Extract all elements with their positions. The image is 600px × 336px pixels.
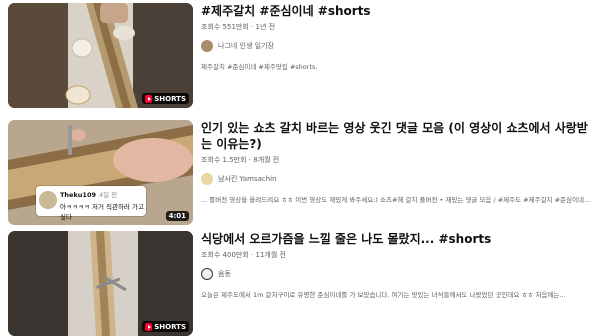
- video-thumbnail[interactable]: SHORTS: [8, 3, 193, 108]
- upload-age: 11개월 전: [255, 251, 286, 259]
- channel-link[interactable]: 나그네 인생 일기장: [201, 39, 591, 53]
- shorts-icon: [145, 94, 153, 103]
- comment-overlay: Theku109 4일 전 아ㅋㅋㅋㅋ 저거 직관하러 가고싶다: [36, 186, 146, 221]
- video-title[interactable]: #제주갈치 #준심이네 #shorts: [201, 3, 591, 19]
- view-count: 조회수 1.5만회: [201, 156, 247, 164]
- upload-age: 8개월 전: [253, 156, 280, 164]
- channel-name[interactable]: 냠사킨 Yamsachin: [218, 174, 277, 184]
- comment-username: Theku109: [60, 191, 96, 199]
- channel-name[interactable]: 음동: [218, 269, 231, 279]
- shorts-badge: SHORTS: [142, 93, 189, 104]
- comment-time: 4일 전: [99, 191, 118, 199]
- video-title[interactable]: 인기 있는 쇼츠 갈치 바르는 영상 웃긴 댓글 모음 (이 영상이 쇼츠에서 …: [201, 120, 591, 152]
- video-title[interactable]: 식당에서 오르가즘을 느낄 줄은 나도 몰랐지... #shorts: [201, 231, 591, 247]
- video-result[interactable]: SHORTS 식당에서 오르가즘을 느낄 줄은 나도 몰랐지... #short…: [0, 228, 600, 336]
- video-thumbnail[interactable]: Theku109 4일 전 아ㅋㅋㅋㅋ 저거 직관하러 가고싶다 4:01: [8, 120, 193, 225]
- video-description: 제주갈치 #준심이네 #제주맛집 #shorts.: [201, 63, 318, 71]
- video-description: 오늘은 제주도에서 1m 갈치구이로 유명한 준심이네를 가 보았습니다. 여기…: [201, 291, 566, 299]
- channel-avatar[interactable]: [201, 268, 213, 280]
- shorts-badge: SHORTS: [142, 321, 189, 332]
- channel-avatar[interactable]: [201, 173, 213, 185]
- video-meta: 조회수 400만회 · 11개월 전: [201, 251, 286, 259]
- channel-avatar[interactable]: [201, 40, 213, 52]
- view-count: 조회수 400만회: [201, 251, 249, 259]
- video-description: ... 를버전 영상을 올려드려요 ㅎㅎ 이번 영상도 재밌게 봐주세요:) 쇼…: [201, 196, 591, 204]
- channel-link[interactable]: 냠사킨 Yamsachin: [201, 172, 591, 186]
- channel-link[interactable]: 음동: [201, 267, 591, 281]
- video-meta: 조회수 551만회 · 1년 전: [201, 23, 276, 31]
- commenter-avatar: [39, 191, 57, 209]
- video-result[interactable]: SHORTS #제주갈치 #준심이네 #shorts 조회수 551만회 · 1…: [0, 0, 600, 108]
- shorts-icon: [145, 322, 153, 331]
- video-result[interactable]: Theku109 4일 전 아ㅋㅋㅋㅋ 저거 직관하러 가고싶다 4:01 인기 …: [0, 117, 600, 225]
- video-duration: 4:01: [165, 211, 189, 221]
- upload-age: 1년 전: [255, 23, 276, 31]
- video-thumbnail[interactable]: SHORTS: [8, 231, 193, 336]
- channel-name[interactable]: 나그네 인생 일기장: [218, 41, 274, 51]
- view-count: 조회수 551만회: [201, 23, 249, 31]
- comment-text: 아ㅋㅋㅋㅋ 저거 직관하러 가고싶다: [60, 203, 144, 221]
- video-meta: 조회수 1.5만회 · 8개월 전: [201, 156, 280, 164]
